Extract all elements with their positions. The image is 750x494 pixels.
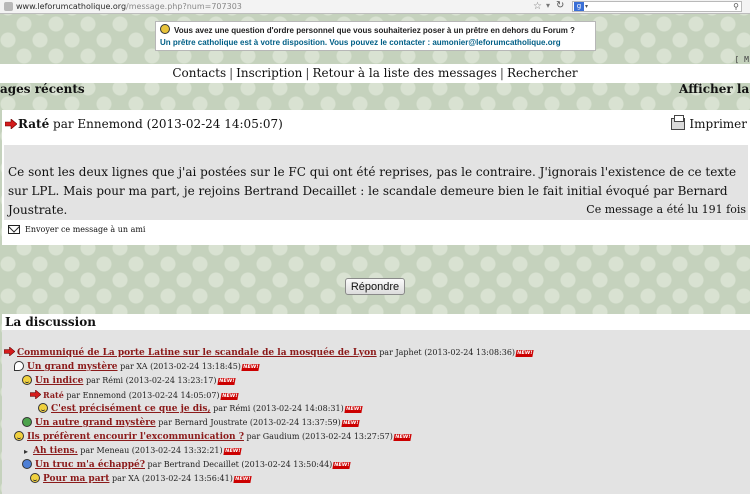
envelope-icon xyxy=(8,225,20,234)
smiley-icon xyxy=(38,403,48,413)
priest-notice-box: Vous avez une question d'ordre personnel… xyxy=(155,21,596,51)
nav-separator: | xyxy=(305,66,310,80)
new-badge: NEW! xyxy=(241,364,260,371)
thread-row: Un truc m'a échappé? par Bertrand Decail… xyxy=(22,459,352,471)
blue-face-icon xyxy=(22,459,32,469)
thread-meta: par XA (2013-02-24 13:18:45) xyxy=(120,362,241,371)
recent-messages-link[interactable]: ages récents xyxy=(0,82,85,96)
new-badge: NEW! xyxy=(216,378,236,385)
new-badge: NEW! xyxy=(515,350,535,357)
thread-link[interactable]: Un autre grand mystère xyxy=(35,418,156,428)
discussion-heading: La discussion xyxy=(2,314,750,330)
new-badge: NEW! xyxy=(344,406,363,413)
nav-contacts[interactable]: Contacts xyxy=(172,66,226,80)
new-badge: NEW! xyxy=(223,448,242,455)
bookmark-star-icon[interactable]: ☆ xyxy=(533,1,542,12)
thread-link[interactable]: Communiqué de La porte Latine sur le sca… xyxy=(17,348,377,358)
smiley-icon xyxy=(14,431,24,441)
smiley-icon xyxy=(30,473,40,483)
check-icon xyxy=(22,417,32,427)
thread-row: Communiqué de La porte Latine sur le sca… xyxy=(4,347,535,359)
message-body: Ce sont les deux lignes que j'ai postées… xyxy=(4,145,748,220)
speech-bubble-icon xyxy=(14,361,24,371)
url-domain: www.leforumcatholique.org xyxy=(16,2,127,11)
red-arrow-icon xyxy=(30,390,41,399)
print-button[interactable]: Imprimer xyxy=(671,115,747,131)
new-badge: NEW! xyxy=(219,393,239,400)
thread-link[interactable]: Ils préfèrent encourir l'excommunication… xyxy=(27,432,244,442)
smiley-icon xyxy=(22,375,32,385)
message-author: par Ennemond (2013-02-24 14:05:07) xyxy=(53,117,283,131)
print-label: Imprimer xyxy=(689,117,747,131)
search-engine-dropdown-icon[interactable]: ▾ xyxy=(585,3,588,10)
nav-rechercher[interactable]: Rechercher xyxy=(507,66,578,80)
thread-row: Pour ma part par XA (2013-02-24 13:56:41… xyxy=(30,473,252,485)
reply-button[interactable]: Répondre xyxy=(345,278,405,295)
thread-meta: par Rémi (2013-02-24 14:08:31) xyxy=(213,404,344,413)
thread-meta: par Rémi (2013-02-24 13:23:17) xyxy=(85,376,217,385)
thread-meta: par Gaudium (2013-02-24 13:27:57) xyxy=(246,432,393,441)
google-icon[interactable]: g xyxy=(574,2,584,11)
printer-icon xyxy=(671,115,686,130)
nav-separator: | xyxy=(499,66,504,80)
thread-link[interactable]: Un indice xyxy=(35,376,83,386)
nav-separator: | xyxy=(229,66,234,80)
thread-row: Ah tiens. par Meneau (2013-02-24 13:32:2… xyxy=(24,445,242,458)
thread-link[interactable]: Ah tiens. xyxy=(33,446,78,456)
send-label: Envoyer ce message à un ami xyxy=(25,225,146,234)
show-discussion-link[interactable]: Afficher la dis xyxy=(679,82,750,96)
thread-row: Un autre grand mystère par Bernard Joust… xyxy=(22,417,360,429)
chevron-down-icon[interactable]: ▾ xyxy=(546,1,550,10)
thread-meta: par Bernard Joustrate (2013-02-24 13:37:… xyxy=(158,418,341,427)
favicon-icon xyxy=(4,2,13,11)
thread-current: Raté xyxy=(43,390,64,400)
message-panel: Raté par Ennemond (2013-02-24 14:05:07) … xyxy=(2,110,750,245)
read-count: Ce message a été lu 191 fois xyxy=(586,203,746,216)
thread-link[interactable]: Un grand mystère xyxy=(27,362,118,372)
message-title: Raté par Ennemond (2013-02-24 14:05:07) xyxy=(5,117,283,131)
discussion-tree: Communiqué de La porte Latine sur le sca… xyxy=(2,330,750,494)
priest-icon xyxy=(160,24,170,34)
top-nav: Contacts | Inscription | Retour à la liste d… xyxy=(0,64,750,83)
thread-meta: par Ennemond (2013-02-24 14:05:07) xyxy=(66,391,220,400)
url-path: /message.php?num=707303 xyxy=(126,2,242,11)
new-badge: NEW! xyxy=(393,434,412,441)
notice-line-1: Vous avez une question d'ordre personnel… xyxy=(160,24,591,37)
thread-link[interactable]: Pour ma part xyxy=(43,474,109,484)
thread-row: Un indice par Rémi (2013-02-24 13:23:17)… xyxy=(22,375,236,387)
thread-meta: par Meneau (2013-02-24 13:32:21) xyxy=(80,446,223,455)
thread-meta: par XA (2013-02-24 13:56:41) xyxy=(112,474,233,483)
notice-line-2[interactable]: Un prêtre catholique est à votre disposi… xyxy=(160,37,591,49)
thread-row: C'est précisément ce que je dis, par Rém… xyxy=(38,403,363,415)
red-arrow-icon xyxy=(5,119,17,129)
nav-inscription[interactable]: Inscription xyxy=(236,66,302,80)
browser-address-bar[interactable]: www.leforumcatholique.org/message.php?nu… xyxy=(0,0,750,14)
reload-icon[interactable]: ↻ xyxy=(556,0,564,11)
browser-search-box[interactable]: g ▾ ⚲ xyxy=(572,1,742,12)
search-icon[interactable]: ⚲ xyxy=(733,2,739,11)
nav-retour[interactable]: Retour à la liste des messages xyxy=(312,66,496,80)
edge-label: [ M xyxy=(734,55,749,64)
bullet-icon xyxy=(24,446,30,458)
thread-meta: par Japhet (2013-02-24 13:08:36) xyxy=(379,348,516,357)
thread-link[interactable]: C'est précisément ce que je dis, xyxy=(51,404,211,414)
new-badge: NEW! xyxy=(233,476,252,483)
thread-link[interactable]: Un truc m'a échappé? xyxy=(35,460,145,470)
message-subject: Raté xyxy=(18,117,50,131)
url-text[interactable]: www.leforumcatholique.org/message.php?nu… xyxy=(16,2,242,11)
new-badge: NEW! xyxy=(332,462,352,469)
red-arrow-icon xyxy=(4,347,15,356)
thread-row: Un grand mystère par XA (2013-02-24 13:1… xyxy=(14,361,260,373)
thread-row-current: Raté par Ennemond (2013-02-24 14:05:07) N… xyxy=(30,389,239,402)
new-badge: NEW! xyxy=(341,420,360,427)
send-to-friend-link[interactable]: Envoyer ce message à un ami xyxy=(8,225,145,234)
thread-meta: par Bertrand Decaillet (2013-02-24 13:50… xyxy=(147,460,333,469)
thread-row: Ils préfèrent encourir l'excommunication… xyxy=(14,431,412,443)
